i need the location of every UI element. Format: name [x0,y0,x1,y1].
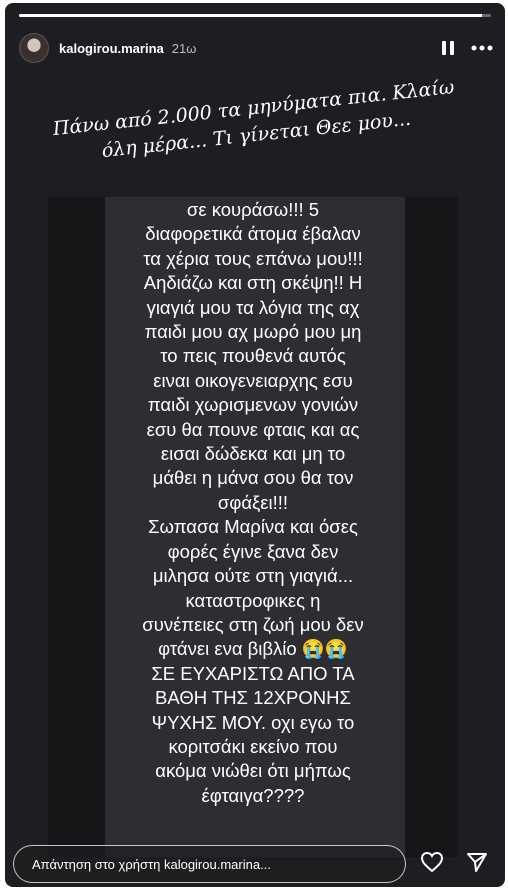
more-icon[interactable] [471,45,493,51]
message-text: σε κουράσω!!! 5 διαφορετικά άτομα έβαλαν… [142,199,364,806]
reply-placeholder: Απάντηση στο χρήστη kalogirou.marina... [32,856,271,872]
post-time: 21ω [171,40,197,56]
story-progress-fill [19,14,482,17]
pause-icon[interactable] [441,40,455,56]
header-controls [441,40,493,56]
send-icon[interactable] [466,851,488,873]
story-header: kalogirou.marina 21ω [19,31,493,65]
story-caption: Πάνω από 2.000 τα μηνύματα πια. Κλαίω όλ… [51,76,456,163]
reply-input[interactable]: Απάντηση στο χρήστη kalogirou.marina... [13,845,406,883]
reply-actions [420,851,488,873]
username[interactable]: kalogirou.marina [59,41,164,56]
heart-icon[interactable] [420,851,444,873]
story-progress-bar [19,14,491,17]
avatar[interactable] [19,33,49,63]
